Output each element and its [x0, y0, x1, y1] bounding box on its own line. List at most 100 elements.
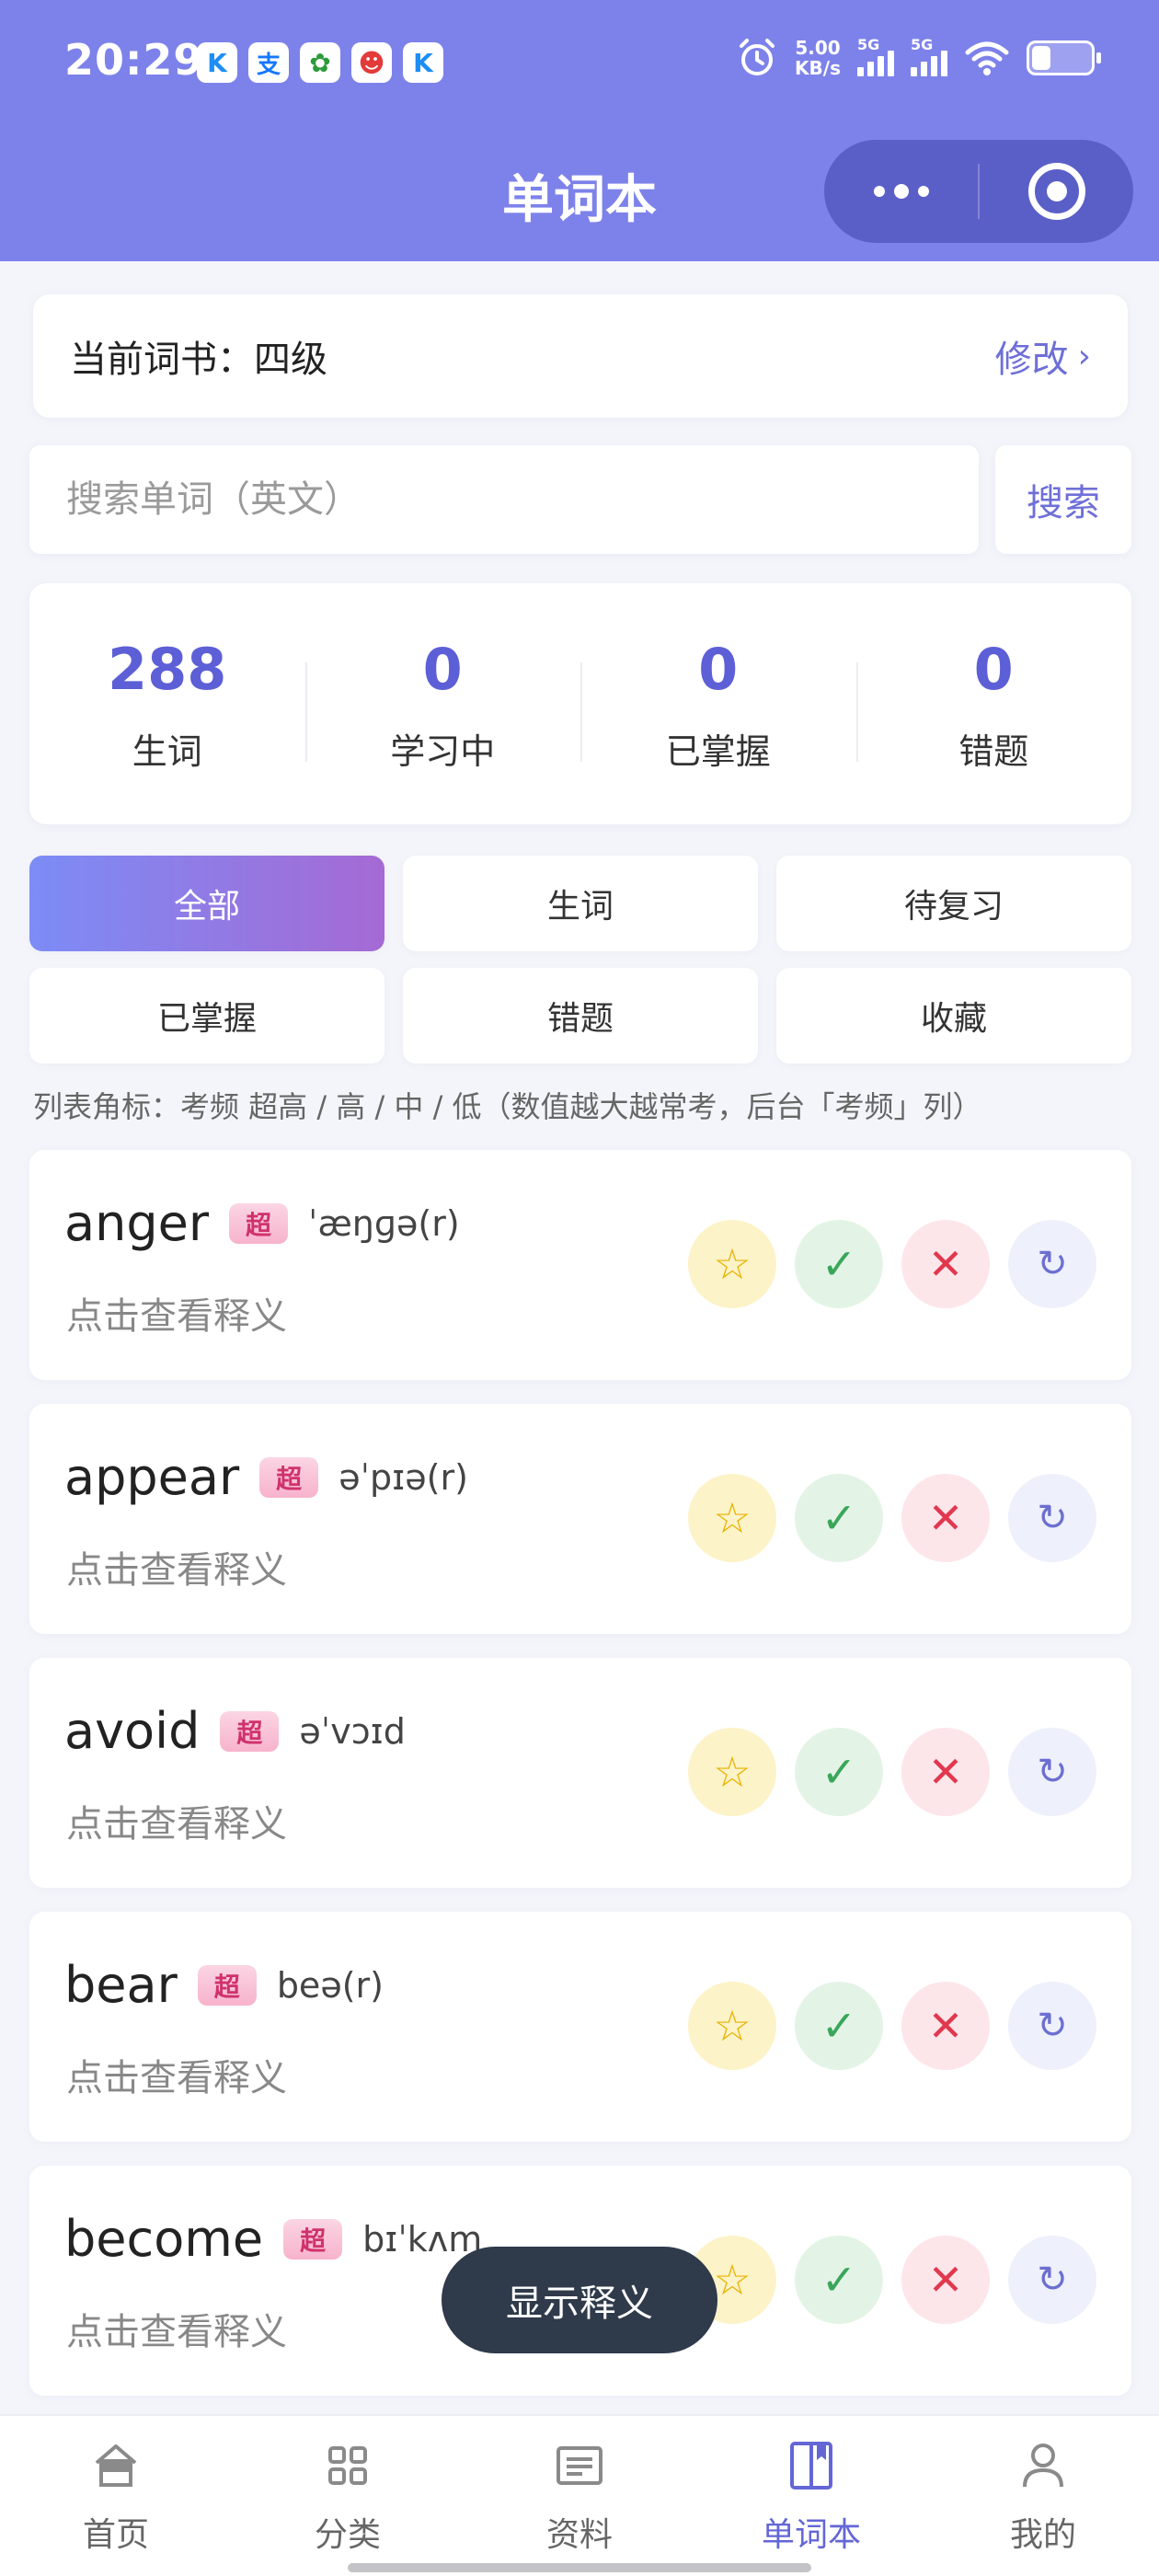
kugou-icon: K — [197, 42, 237, 83]
nav-item-profile[interactable]: 我的 — [927, 2416, 1159, 2576]
word-text: become — [64, 2210, 264, 2268]
word-item[interactable]: anger 超 ˈæŋɡə(r) 点击查看释义 ☆ ✓ ✕ ↻ — [29, 1150, 1131, 1380]
search-button[interactable]: 搜索 — [995, 445, 1131, 554]
filter-tabs: 全部 生词 待复习 已掌握 错题 收藏 — [29, 856, 1131, 1064]
show-meaning-hint[interactable]: 点击查看释义 — [66, 2048, 287, 2101]
nav-item-home[interactable]: 首页 — [0, 2416, 232, 2576]
favorite-star-button[interactable]: ☆ — [688, 1220, 776, 1308]
word-item[interactable]: appear 超 əˈpɪə(r) 点击查看释义 ☆ ✓ ✕ ↻ — [29, 1404, 1131, 1634]
favorite-star-button[interactable]: ☆ — [688, 1474, 776, 1562]
home-icon — [88, 2438, 143, 2493]
word-item[interactable]: avoid 超 əˈvɔɪd 点击查看释义 ☆ ✓ ✕ ↻ — [29, 1658, 1131, 1888]
word-phonetic: əˈvɔɪd — [299, 1710, 406, 1752]
nav-label: 我的 — [1009, 2516, 1076, 2554]
frequency-badge: 超 — [229, 1202, 289, 1244]
review-button[interactable]: ↻ — [1008, 1982, 1096, 2070]
stat-label: 错题 — [958, 730, 1029, 772]
word-text: anger — [64, 1194, 210, 1252]
stat-mistakes[interactable]: 0 错题 — [855, 635, 1132, 774]
show-meaning-hint[interactable]: 点击查看释义 — [66, 2302, 287, 2355]
signal-label: 5G — [857, 36, 880, 53]
mark-known-button[interactable]: ✓ — [795, 1220, 883, 1308]
alarm-icon — [740, 39, 775, 75]
status-bar: 20:29 K 支 ✿ ☻ K 5.00 KB/s 5G 5G — [0, 0, 1159, 129]
word-text: bear — [64, 1956, 178, 2014]
review-button[interactable]: ↻ — [1008, 2236, 1096, 2324]
nav-item-materials[interactable]: 资料 — [464, 2416, 695, 2576]
show-meaning-hint[interactable]: 点击查看释义 — [66, 1286, 287, 1340]
edit-book-link[interactable]: 修改 › — [995, 329, 1091, 383]
grid-icon — [320, 2438, 375, 2493]
mark-unknown-button[interactable]: ✕ — [901, 1728, 990, 1816]
stat-value: 0 — [422, 635, 463, 703]
home-indicator[interactable] — [348, 2563, 811, 2572]
header-bar: 20:29 K 支 ✿ ☻ K 5.00 KB/s 5G 5G 单词本 — [0, 0, 1159, 261]
review-button[interactable]: ↻ — [1008, 1220, 1096, 1308]
more-button[interactable] — [824, 140, 978, 243]
word-header: become 超 bɪˈkʌm — [64, 2210, 482, 2268]
mark-unknown-button[interactable]: ✕ — [901, 2236, 990, 2324]
word-header: anger 超 ˈæŋɡə(r) — [64, 1194, 460, 1252]
signal-label-2: 5G — [911, 36, 934, 53]
close-miniprogram-button[interactable] — [980, 140, 1133, 243]
mark-known-button[interactable]: ✓ — [795, 2236, 883, 2324]
nav-label: 分类 — [314, 2516, 381, 2554]
notification-icons: K 支 ✿ ☻ K — [197, 42, 443, 83]
show-meaning-button[interactable]: 显示释义 — [442, 2247, 717, 2353]
mark-known-button[interactable]: ✓ — [795, 1728, 883, 1816]
word-header: bear 超 beə(r) — [64, 1956, 384, 2014]
tab-to-review[interactable]: 待复习 — [776, 856, 1131, 951]
network-speed-unit: KB/s — [795, 57, 841, 79]
tab-mastered[interactable]: 已掌握 — [29, 968, 384, 1064]
stat-mastered[interactable]: 0 已掌握 — [580, 635, 856, 774]
stat-value: 0 — [698, 635, 739, 703]
signal-icon-2: 5G — [911, 36, 947, 76]
nav-label: 资料 — [545, 2516, 613, 2554]
alipay-icon: 支 — [248, 42, 289, 83]
frequency-badge: 超 — [283, 2218, 343, 2260]
word-actions: ☆ ✓ ✕ ↻ — [688, 2236, 1096, 2324]
word-item[interactable]: bear 超 beə(r) 点击查看释义 ☆ ✓ ✕ ↻ — [29, 1912, 1131, 2142]
tab-new-words[interactable]: 生词 — [403, 856, 758, 951]
word-phonetic: ˈæŋɡə(r) — [308, 1202, 460, 1244]
nav-item-wordbook[interactable]: 单词本 — [695, 2416, 927, 2576]
green-app-icon: ✿ — [300, 42, 340, 83]
kugou-icon-2: K — [403, 42, 443, 83]
frequency-legend-note: 列表角标：考频 超高 / 高 / 中 / 低（数值越大越常考，后台「考频」列） — [33, 1089, 982, 1124]
more-dots-icon — [873, 184, 929, 199]
book-icon — [784, 2438, 839, 2493]
status-time: 20:29 — [64, 35, 204, 85]
stat-label: 生词 — [132, 730, 202, 772]
network-speed-value: 5.00 — [795, 37, 841, 59]
word-phonetic: bɪˈkʌm — [362, 2218, 483, 2260]
stat-new-words[interactable]: 288 生词 — [29, 635, 305, 774]
frequency-badge: 超 — [197, 1964, 257, 2006]
tab-all[interactable]: 全部 — [29, 856, 384, 951]
mark-unknown-button[interactable]: ✕ — [901, 1982, 990, 2070]
review-button[interactable]: ↻ — [1008, 1474, 1096, 1562]
search-input[interactable] — [66, 478, 979, 521]
document-icon — [552, 2438, 607, 2493]
stat-learning[interactable]: 0 学习中 — [304, 635, 581, 774]
nav-item-categories[interactable]: 分类 — [232, 2416, 464, 2576]
mark-unknown-button[interactable]: ✕ — [901, 1220, 990, 1308]
tab-favorites[interactable]: 收藏 — [776, 968, 1131, 1064]
clown-app-icon: ☻ — [351, 42, 392, 83]
nav-label: 单词本 — [761, 2516, 861, 2554]
word-phonetic: beə(r) — [276, 1964, 384, 2006]
mark-known-button[interactable]: ✓ — [795, 1982, 883, 2070]
favorite-star-button[interactable]: ☆ — [688, 1982, 776, 2070]
search-box — [29, 445, 979, 554]
show-meaning-hint[interactable]: 点击查看释义 — [66, 1794, 287, 1847]
show-meaning-hint[interactable]: 点击查看释义 — [66, 1540, 287, 1593]
frequency-badge: 超 — [220, 1710, 280, 1752]
nav-label: 首页 — [82, 2516, 149, 2554]
mark-known-button[interactable]: ✓ — [795, 1474, 883, 1562]
review-button[interactable]: ↻ — [1008, 1728, 1096, 1816]
tab-mistakes[interactable]: 错题 — [403, 968, 758, 1064]
favorite-star-button[interactable]: ☆ — [688, 1728, 776, 1816]
stat-value: 288 — [108, 635, 227, 703]
word-phonetic: əˈpɪə(r) — [339, 1456, 468, 1498]
miniprogram-capsule — [824, 140, 1133, 243]
mark-unknown-button[interactable]: ✕ — [901, 1474, 990, 1562]
